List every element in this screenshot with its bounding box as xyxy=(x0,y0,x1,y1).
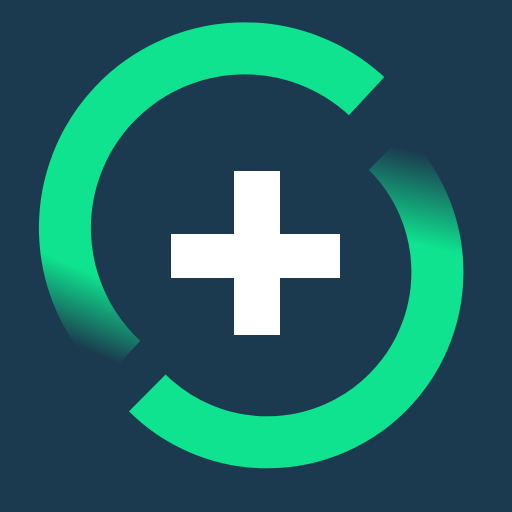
app-icon-graphic xyxy=(0,0,512,512)
app-icon[interactable] xyxy=(0,0,512,512)
plus-horizontal-bar xyxy=(171,234,340,278)
